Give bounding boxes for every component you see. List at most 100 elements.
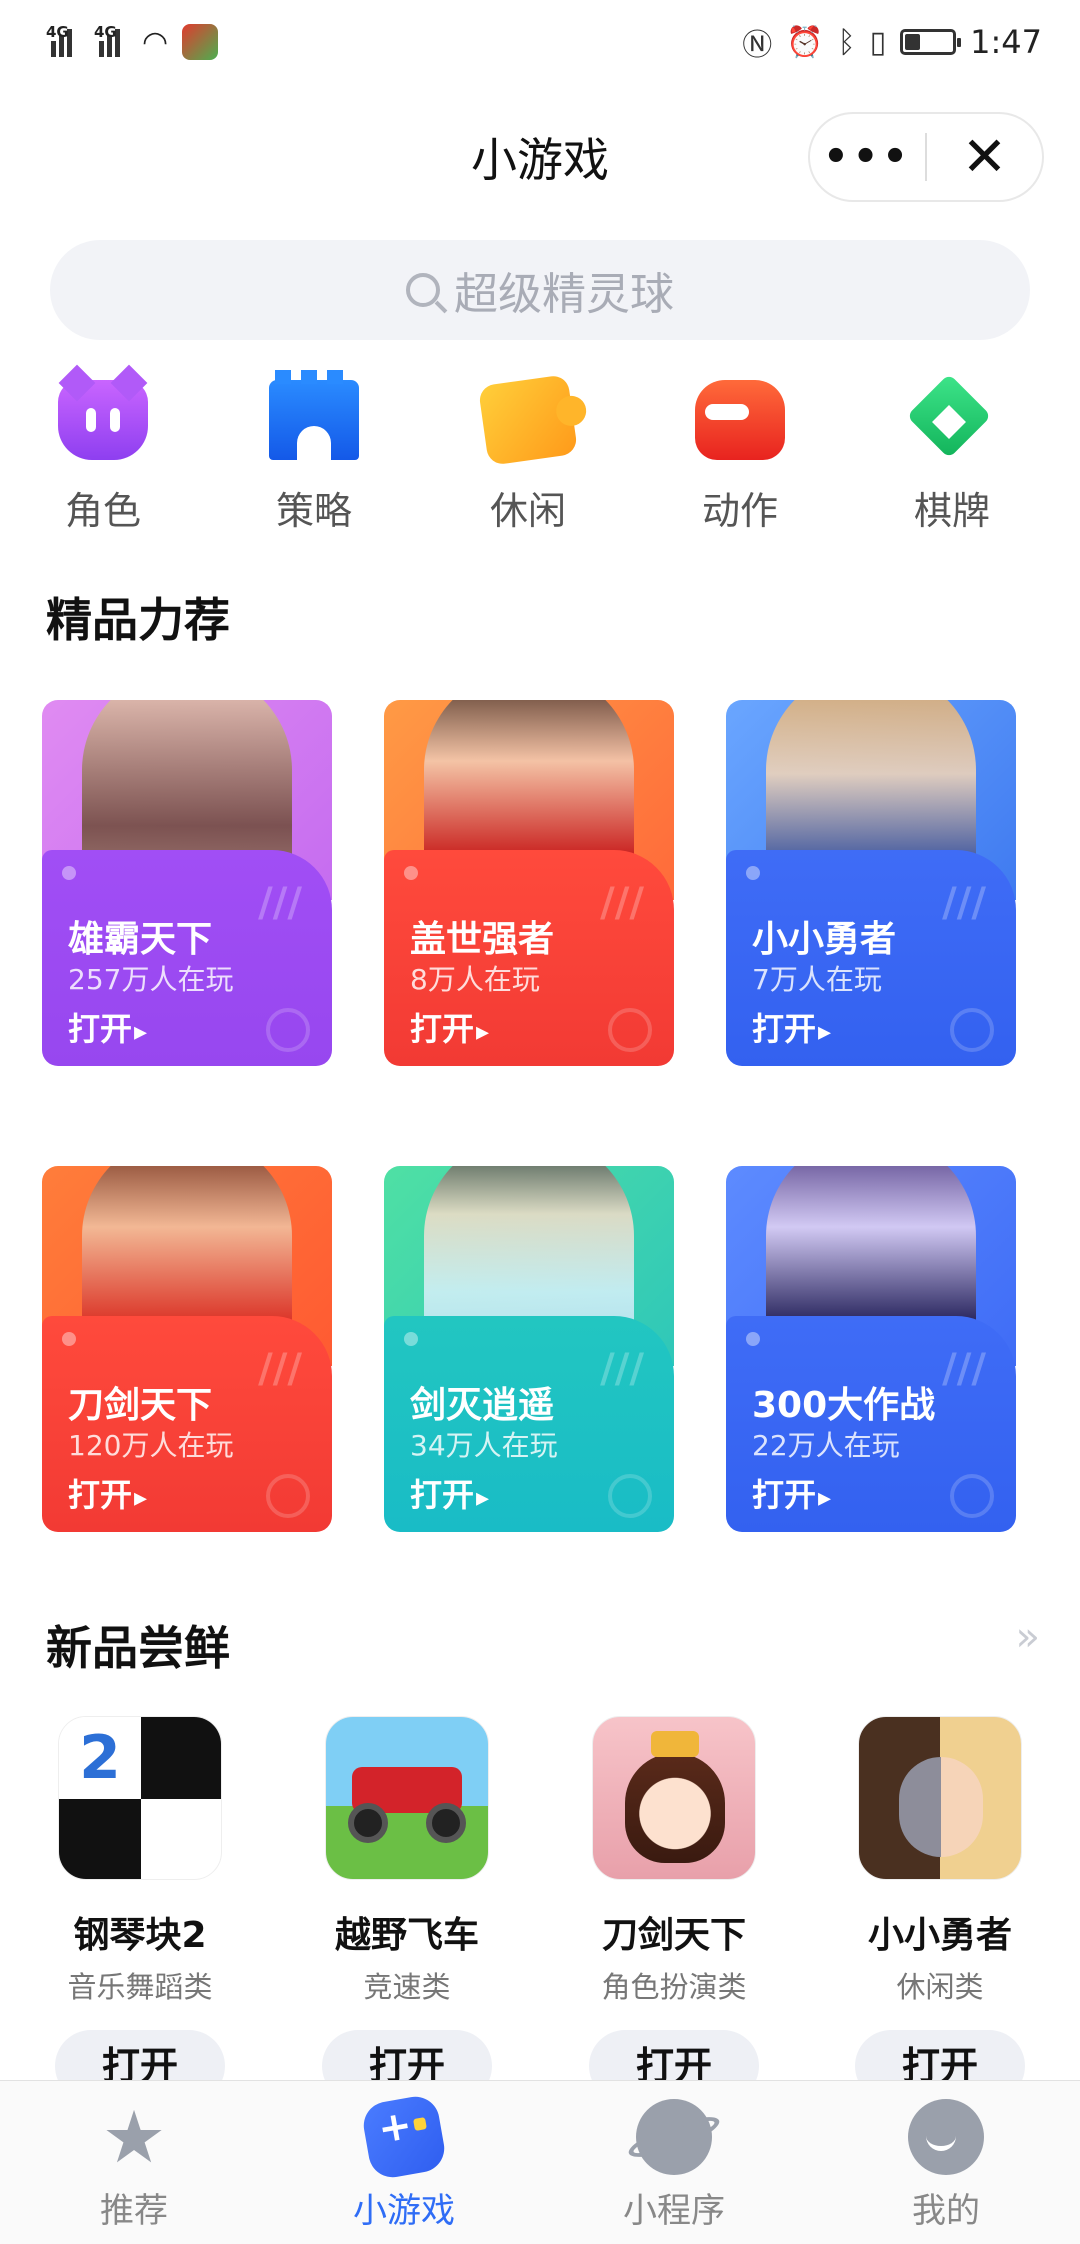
player-count: 120万人在玩 bbox=[68, 1429, 234, 1462]
new-game-item[interactable]: 刀剑天下 角色扮演类 打开 bbox=[574, 1716, 774, 2102]
double-chevron-right-icon[interactable]: » bbox=[1016, 1614, 1040, 1660]
planet-watermark-icon bbox=[266, 1008, 310, 1052]
nfc-icon: Ⓝ bbox=[742, 28, 773, 63]
category-casual[interactable]: 休闲 bbox=[438, 374, 618, 535]
bluetooth-icon: ᛒ bbox=[837, 24, 856, 60]
category-label: 棋牌 bbox=[913, 489, 990, 533]
card-dot bbox=[62, 866, 76, 880]
status-time: 1:47 bbox=[970, 23, 1042, 61]
offroad-car-thumbnail bbox=[325, 1716, 489, 1880]
game-name: 剑灭逍遥 bbox=[410, 1385, 555, 1426]
card-dot bbox=[404, 866, 418, 880]
category-label: 动作 bbox=[701, 489, 778, 533]
demon-mask-icon bbox=[58, 380, 148, 460]
status-bar: 4G 4G ◠ Ⓝ ⏰ ᛒ ▯ 1:47 bbox=[0, 0, 1080, 84]
vibrate-icon: ▯ bbox=[869, 24, 887, 60]
player-count: 22万人在玩 bbox=[752, 1429, 900, 1462]
new-game-item[interactable]: 越野飞车 竞速类 打开 bbox=[307, 1716, 507, 2102]
game-name: 300大作战 bbox=[752, 1385, 936, 1426]
game-category: 角色扮演类 bbox=[601, 1970, 747, 2004]
open-button[interactable]: 打开 bbox=[68, 1004, 147, 1050]
search-placeholder: 超级精灵球 bbox=[454, 269, 674, 320]
new-game-item[interactable]: 小小勇者 休闲类 打开 bbox=[840, 1716, 1040, 2102]
mini-program-capsule: ••• ✕ bbox=[808, 112, 1044, 202]
search-bar[interactable]: 超级精灵球 bbox=[50, 240, 1030, 340]
star-icon: ★ bbox=[101, 2095, 167, 2179]
little-hero-thumbnail bbox=[858, 1716, 1022, 1880]
stripes-decoration: /// bbox=[258, 880, 302, 926]
battery-icon bbox=[900, 29, 962, 55]
cell-signal-icon-2: 4G bbox=[94, 23, 128, 57]
alarm-icon: ⏰ bbox=[786, 24, 824, 60]
game-name: 小小勇者 bbox=[867, 1915, 1012, 1956]
smile-face-icon bbox=[908, 2099, 984, 2175]
planet-watermark-icon bbox=[608, 1474, 652, 1518]
game-name: 雄霸天下 bbox=[68, 919, 213, 960]
featured-card[interactable]: /// 小小勇者 7万人在玩 打开 bbox=[726, 700, 1016, 1066]
more-icon[interactable]: ••• bbox=[810, 137, 925, 177]
status-left: 4G 4G ◠ bbox=[46, 23, 219, 60]
planet-watermark-icon bbox=[950, 1008, 994, 1052]
game-name: 越野飞车 bbox=[334, 1915, 479, 1956]
game-name: 钢琴块2 bbox=[73, 1915, 207, 1956]
tab-label: 我的 bbox=[912, 2191, 980, 2231]
featured-card[interactable]: /// 盖世强者 8万人在玩 打开 bbox=[384, 700, 674, 1066]
castle-tower-icon bbox=[269, 370, 359, 460]
notification-app-icon bbox=[182, 24, 219, 60]
planet-icon bbox=[636, 2099, 712, 2175]
tab-mine[interactable]: 我的 bbox=[846, 2099, 1046, 2232]
title-bar: 小游戏 ••• ✕ bbox=[0, 100, 1080, 210]
open-button[interactable]: 打开 bbox=[752, 1004, 831, 1050]
player-count: 7万人在玩 bbox=[752, 963, 882, 996]
section-title-featured: 精品力荐 bbox=[46, 593, 230, 647]
section-title-new: 新品尝鲜 bbox=[46, 1621, 230, 1675]
stripes-decoration: /// bbox=[600, 880, 644, 926]
open-button[interactable]: 打开 bbox=[752, 1470, 831, 1516]
piano-tiles-thumbnail: 2 bbox=[58, 1716, 222, 1880]
game-name: 刀剑天下 bbox=[68, 1385, 213, 1426]
boxing-glove-icon bbox=[695, 380, 785, 460]
featured-card[interactable]: /// 雄霸天下 257万人在玩 打开 bbox=[42, 700, 332, 1066]
game-category: 竞速类 bbox=[363, 1970, 451, 2004]
category-role[interactable]: 角色 bbox=[13, 380, 193, 535]
open-button[interactable]: 打开 bbox=[68, 1470, 147, 1516]
stripes-decoration: /// bbox=[258, 1346, 302, 1392]
thumbnail-number: 2 bbox=[79, 1723, 121, 1793]
game-name: 小小勇者 bbox=[752, 919, 897, 960]
stripes-decoration: /// bbox=[942, 880, 986, 926]
player-count: 257万人在玩 bbox=[68, 963, 234, 996]
stripes-decoration: /// bbox=[600, 1346, 644, 1392]
category-chess[interactable]: 棋牌 bbox=[862, 380, 1042, 535]
close-icon[interactable]: ✕ bbox=[927, 130, 1042, 184]
tab-mini-programs[interactable]: 小程序 bbox=[574, 2099, 774, 2232]
category-action[interactable]: 动作 bbox=[650, 380, 830, 535]
featured-card[interactable]: /// 300大作战 22万人在玩 打开 bbox=[726, 1166, 1016, 1532]
player-count: 8万人在玩 bbox=[410, 963, 540, 996]
tab-recommend[interactable]: ★ 推荐 bbox=[34, 2099, 234, 2232]
card-dot bbox=[62, 1332, 76, 1346]
category-label: 休闲 bbox=[489, 489, 566, 533]
category-strategy[interactable]: 策略 bbox=[224, 370, 404, 535]
wifi-icon: ◠ bbox=[142, 24, 169, 60]
open-button[interactable]: 打开 bbox=[410, 1004, 489, 1050]
tab-label: 小程序 bbox=[623, 2191, 725, 2231]
category-label: 角色 bbox=[64, 489, 141, 533]
open-button[interactable]: 打开 bbox=[410, 1470, 489, 1516]
puzzle-piece-icon bbox=[477, 374, 579, 466]
game-name: 刀剑天下 bbox=[601, 1915, 746, 1956]
tab-label: 推荐 bbox=[100, 2191, 168, 2231]
stripes-decoration: /// bbox=[942, 1346, 986, 1392]
card-dot bbox=[404, 1332, 418, 1346]
spade-card-icon bbox=[907, 380, 997, 460]
gamepad-icon bbox=[359, 2092, 449, 2182]
tab-mini-games[interactable]: 小游戏 bbox=[304, 2092, 504, 2232]
featured-card[interactable]: /// 刀剑天下 120万人在玩 打开 bbox=[42, 1166, 332, 1532]
search-icon bbox=[406, 273, 440, 307]
card-dot bbox=[746, 1332, 760, 1346]
featured-card[interactable]: /// 剑灭逍遥 34万人在玩 打开 bbox=[384, 1166, 674, 1532]
planet-watermark-icon bbox=[266, 1474, 310, 1518]
cell-signal-icon: 4G bbox=[46, 23, 80, 57]
new-game-item[interactable]: 2 钢琴块2 音乐舞蹈类 打开 bbox=[40, 1716, 240, 2102]
sword-world-thumbnail bbox=[592, 1716, 756, 1880]
game-category: 音乐舞蹈类 bbox=[67, 1970, 213, 2004]
